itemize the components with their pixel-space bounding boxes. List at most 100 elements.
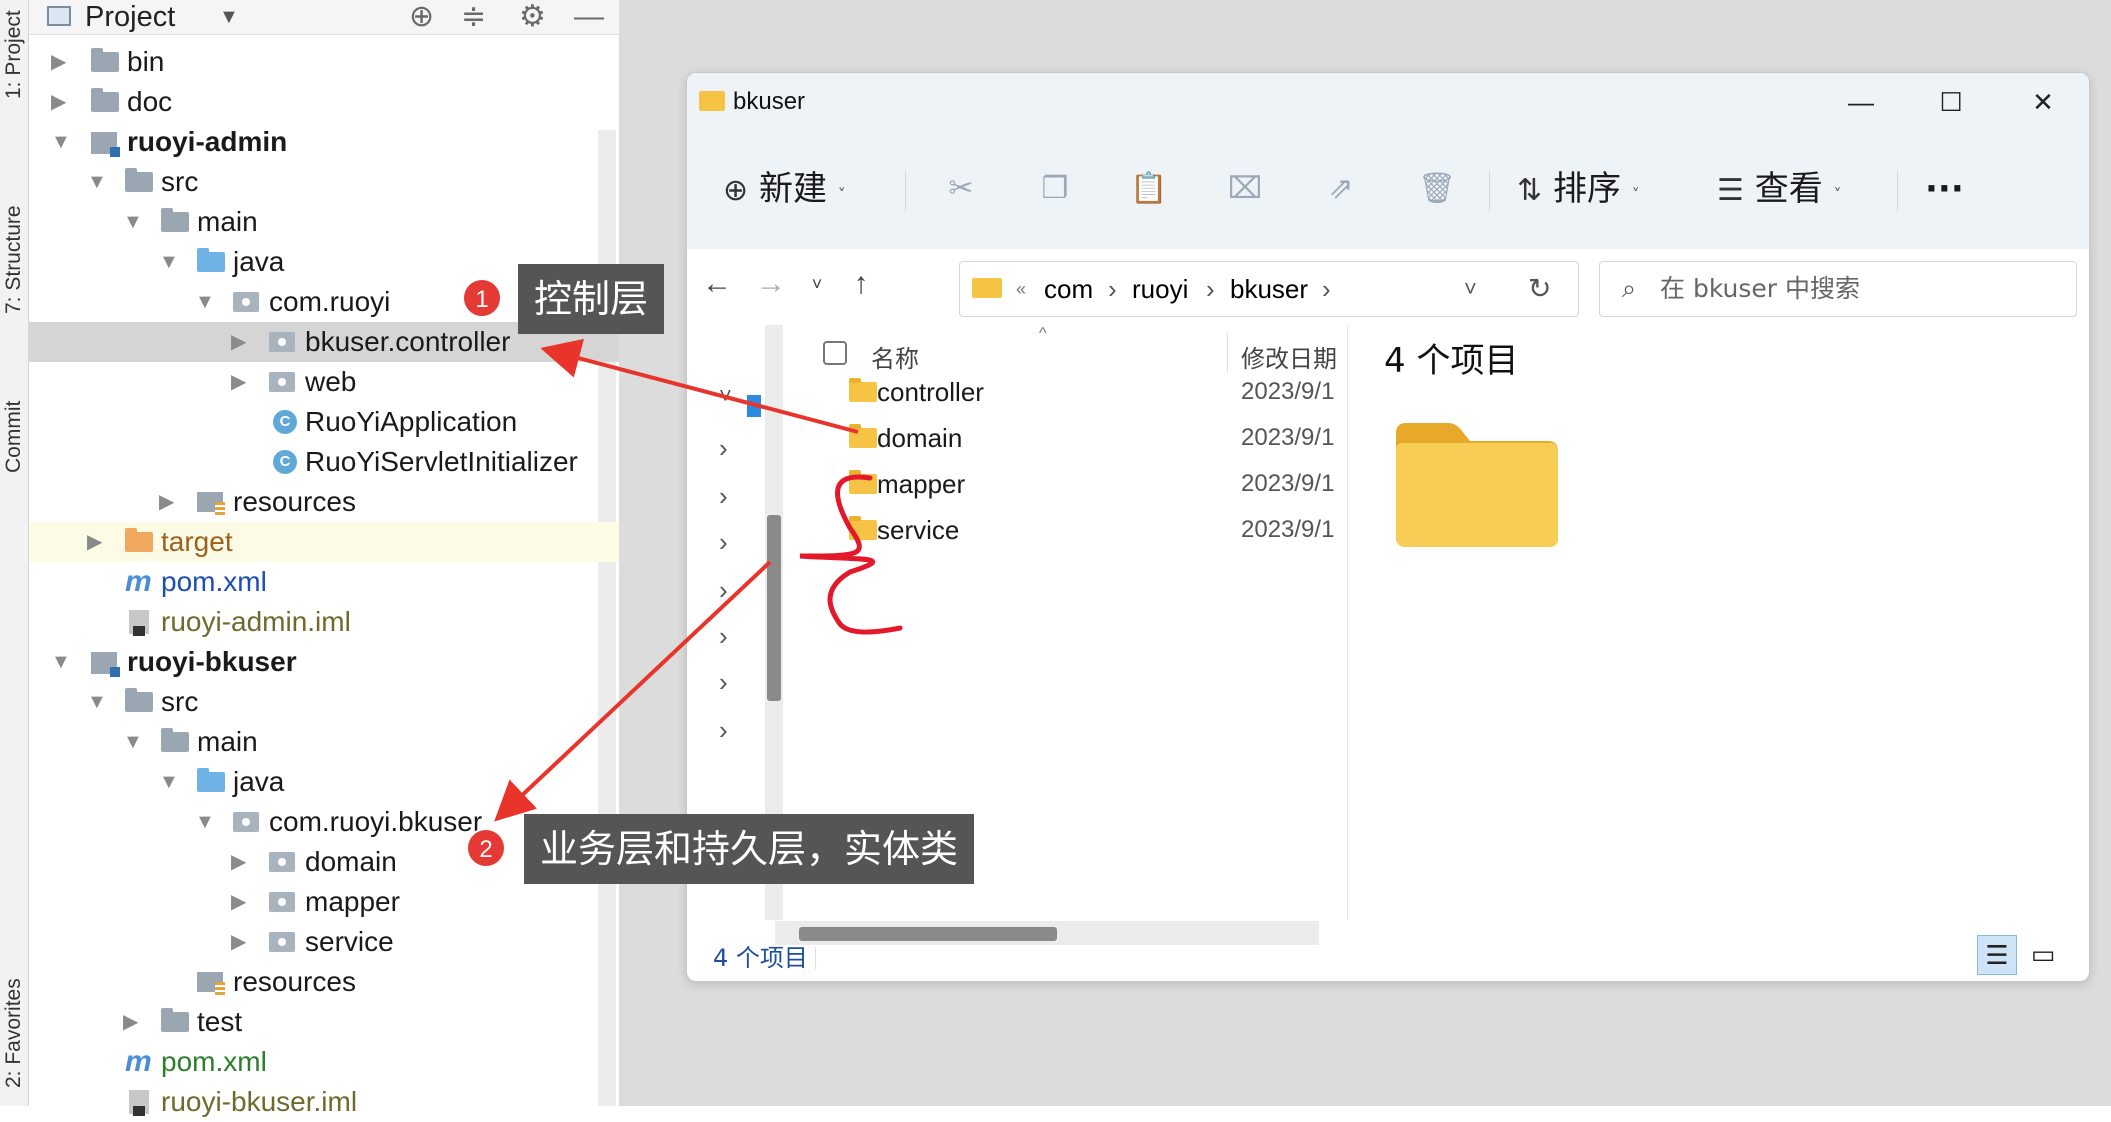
minimize-icon[interactable]: —: [574, 0, 604, 34]
sort-ascending-icon: ^: [1039, 325, 1047, 342]
collapse-all-icon[interactable]: ≑: [461, 0, 486, 34]
tree-row-bin[interactable]: ▶ bin: [29, 42, 619, 82]
tree-label: pom.xml: [161, 566, 267, 597]
chevron-right-icon[interactable]: ›: [719, 715, 728, 746]
cut-icon[interactable]: ✂: [933, 161, 989, 217]
up-arrow-icon[interactable]: ↑: [837, 259, 885, 309]
forward-arrow-icon[interactable]: →: [747, 259, 795, 309]
package-icon: [269, 932, 295, 952]
chevron-right-icon[interactable]: ▶: [87, 522, 102, 562]
view-button[interactable]: ☰ 查看 ˅: [1717, 159, 1842, 219]
chevron-down-icon[interactable]: ▼: [51, 122, 71, 162]
minimize-button[interactable]: —: [1815, 73, 1907, 131]
select-all-checkbox[interactable]: [823, 341, 847, 365]
rename-icon[interactable]: ⌧: [1217, 161, 1273, 217]
locate-icon[interactable]: ⊕: [409, 0, 434, 34]
breadcrumb-com[interactable]: com: [1044, 262, 1093, 316]
tree-label: bkuser.controller: [305, 326, 511, 357]
chevron-right-icon[interactable]: ▶: [159, 482, 174, 522]
tree-row-bkuser-iml[interactable]: ruoyi-bkuser.iml: [29, 1082, 619, 1122]
refresh-icon[interactable]: ↻: [1528, 262, 1551, 316]
file-row-domain[interactable]: domain 2023/9/1: [787, 415, 1347, 461]
tree-row-admin-iml[interactable]: ruoyi-admin.iml: [29, 602, 619, 642]
tree-row-target[interactable]: ▶ target: [29, 522, 619, 562]
share-icon[interactable]: ⇗: [1313, 161, 1369, 217]
file-date: 2023/9/1: [1241, 516, 1335, 543]
project-panel-title[interactable]: Project: [85, 0, 175, 34]
chevron-right-icon[interactable]: ›: [719, 667, 728, 698]
breadcrumb-ruoyi[interactable]: ruoyi: [1132, 262, 1188, 316]
tree-row-src[interactable]: ▼ src: [29, 162, 619, 202]
tiles-view-button[interactable]: ▭: [2023, 935, 2063, 975]
tree-row-service[interactable]: ▶ service: [29, 922, 619, 962]
tree-row-ruoyi-admin[interactable]: ▼ ruoyi-admin: [29, 122, 619, 162]
column-divider[interactable]: [1227, 333, 1228, 373]
chevron-right-icon[interactable]: ▶: [231, 882, 246, 922]
chevron-down-icon[interactable]: ▼: [87, 162, 107, 202]
scrollbar-thumb[interactable]: [767, 515, 781, 701]
gear-icon[interactable]: ⚙: [519, 0, 546, 34]
tree-row-web[interactable]: ▶ web: [29, 362, 619, 402]
tree-row-ruoyi-servlet-initializer[interactable]: C RuoYiServletInitializer: [29, 442, 619, 482]
file-row-service[interactable]: service 2023/9/1: [787, 507, 1347, 553]
tree-row-resources[interactable]: resources: [29, 962, 619, 1002]
chevron-right-icon[interactable]: ▶: [231, 362, 246, 402]
back-arrow-icon[interactable]: ←: [693, 259, 741, 309]
chevron-right-icon[interactable]: ▶: [51, 42, 66, 82]
tree-row-ruoyi-bkuser[interactable]: ▼ ruoyi-bkuser: [29, 642, 619, 682]
tree-row-pom-xml[interactable]: m pom.xml: [29, 1042, 619, 1082]
chevron-right-icon[interactable]: ›: [719, 575, 728, 606]
chevron-down-icon[interactable]: ▼: [195, 802, 215, 842]
chevron-right-icon[interactable]: ▶: [231, 842, 246, 882]
search-box[interactable]: ⌕ 在 bkuser 中搜索: [1599, 261, 2077, 317]
more-options-button[interactable]: ···: [1925, 159, 1964, 219]
tree-row-main[interactable]: ▼ main: [29, 722, 619, 762]
chevron-down-icon[interactable]: ▼: [123, 202, 143, 242]
chevron-down-icon[interactable]: ▼: [159, 762, 179, 802]
tree-row-mapper[interactable]: ▶ mapper: [29, 882, 619, 922]
chevron-down-icon[interactable]: ▼: [87, 682, 107, 722]
tab-favorites[interactable]: 2: Favorites: [0, 960, 28, 1106]
file-row-controller[interactable]: controller 2023/9/1: [787, 369, 1347, 415]
chevron-right-icon[interactable]: ▶: [231, 922, 246, 962]
tab-project[interactable]: 1: Project: [0, 0, 28, 110]
chevron-right-icon[interactable]: ▶: [231, 322, 246, 362]
delete-icon[interactable]: 🗑: [1409, 161, 1465, 217]
chevron-right-icon[interactable]: ▶: [123, 1002, 138, 1042]
copy-icon[interactable]: ❐: [1027, 161, 1083, 217]
breadcrumb-bkuser[interactable]: bkuser: [1230, 262, 1308, 316]
tree-row-test[interactable]: ▶ test: [29, 1002, 619, 1042]
close-button[interactable]: ✕: [1997, 73, 2089, 131]
new-button[interactable]: ⊕ 新建 ˅: [723, 159, 846, 219]
address-overflow[interactable]: «: [1016, 262, 1026, 316]
tree-row-ruoyi-application[interactable]: C RuoYiApplication: [29, 402, 619, 442]
tree-row-main[interactable]: ▼ main: [29, 202, 619, 242]
chevron-right-icon[interactable]: ›: [719, 527, 728, 558]
tree-row-src[interactable]: ▼ src: [29, 682, 619, 722]
chevron-right-icon[interactable]: ›: [719, 481, 728, 512]
address-bar[interactable]: « com › ruoyi › bkuser › ˅ ↻: [959, 261, 1579, 317]
chevron-right-icon[interactable]: ▶: [51, 82, 66, 122]
tree-row-pom-xml[interactable]: m pom.xml: [29, 562, 619, 602]
chevron-down-icon[interactable]: ▼: [51, 642, 71, 682]
maven-icon: m: [125, 1045, 152, 1078]
tree-row-java[interactable]: ▼ java: [29, 762, 619, 802]
chevron-down-icon[interactable]: ▼: [195, 282, 215, 322]
chevron-down-icon[interactable]: ▼: [219, 0, 239, 34]
details-view-button[interactable]: ☰: [1977, 935, 2017, 975]
chevron-right-icon[interactable]: ›: [719, 433, 728, 464]
paste-icon[interactable]: 📋: [1121, 161, 1177, 217]
recent-chevron-icon[interactable]: ˅: [793, 259, 841, 309]
chevron-down-icon[interactable]: ▼: [159, 242, 179, 282]
tree-row-resources[interactable]: ▶ resources: [29, 482, 619, 522]
chevron-right-icon[interactable]: ›: [719, 621, 728, 652]
tab-commit[interactable]: Commit: [0, 372, 28, 502]
tree-row-doc[interactable]: ▶ doc: [29, 82, 619, 122]
chevron-down-icon[interactable]: ▼: [123, 722, 143, 762]
sort-button[interactable]: ⇅ 排序 ˅: [1517, 159, 1640, 219]
maximize-button[interactable]: ☐: [1905, 73, 1997, 131]
file-row-mapper[interactable]: mapper 2023/9/1: [787, 461, 1347, 507]
tab-structure[interactable]: 7: Structure: [0, 175, 28, 345]
chevron-down-icon[interactable]: ˅: [719, 383, 732, 409]
address-dropdown-icon[interactable]: ˅: [1464, 262, 1477, 316]
